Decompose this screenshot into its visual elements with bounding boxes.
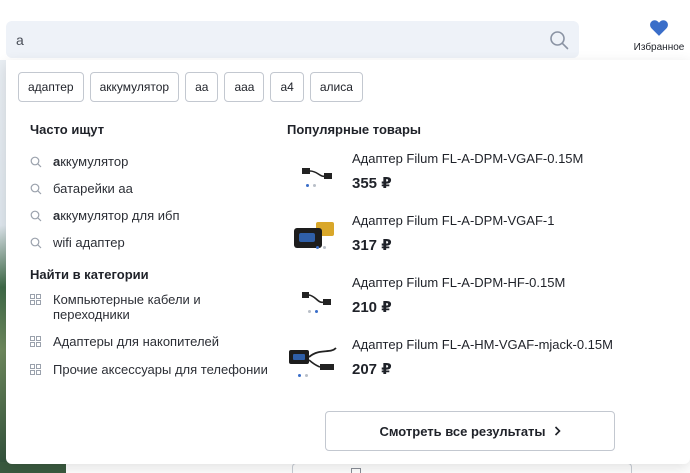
suggestion-chips: адаптер аккумулятор аа ааа а4 алиса [18, 72, 363, 102]
category-grid-icon [30, 364, 41, 375]
product-name: Адаптер Filum FL-A-DPM-HF-0.15M [352, 275, 566, 290]
frequent-item-label: аккумулятор [53, 154, 129, 169]
chevron-right-icon [554, 426, 561, 436]
product-price: 317 ₽ [352, 237, 392, 254]
product-price: 210 ₽ [352, 299, 392, 316]
frequent-list: аккумулятор батарейки аа аккумулятор для… [30, 148, 280, 256]
search-icon [30, 210, 42, 221]
search-icon [30, 237, 42, 248]
product-image [289, 347, 337, 370]
product-image [302, 292, 331, 305]
search-bar[interactable] [6, 21, 579, 58]
search-icon [30, 156, 42, 167]
product-price: 355 ₽ [352, 175, 392, 192]
product-item[interactable]: Адаптер Filum FL-A-DPM-HF-0.15M 210 ₽ [286, 272, 686, 334]
image-pager [316, 246, 326, 249]
category-item-label: Адаптеры для накопителей [53, 334, 220, 349]
frequent-item[interactable]: wifi адаптер [30, 229, 280, 256]
popular-title: Популярные товары [287, 122, 422, 137]
product-price: 207 ₽ [352, 361, 392, 378]
frequent-item-label: батарейки аа [53, 181, 133, 196]
frequent-item[interactable]: батарейки аа [30, 175, 280, 202]
category-grid-icon [30, 336, 41, 347]
product-name: Адаптер Filum FL-A-DPM-VGAF-0.15M [352, 151, 584, 166]
image-pager [306, 184, 316, 187]
favorites-label: Избранное [633, 42, 685, 53]
chip-aa[interactable]: аа [185, 72, 219, 102]
search-suggestions-dropdown: адаптер аккумулятор аа ааа а4 алиса Част… [6, 60, 690, 464]
product-item[interactable]: Адаптер Filum FL-A-DPM-VGAF-1 317 ₽ [286, 210, 686, 272]
category-grid-icon [30, 294, 41, 305]
frequent-item-label: аккумулятор для ибп [53, 208, 180, 223]
search-icon [30, 183, 42, 194]
chip-a4[interactable]: а4 [270, 72, 304, 102]
category-item-label: Прочие аксессуары для телефонии [53, 362, 268, 377]
frequent-item[interactable]: аккумулятор для ибп [30, 202, 280, 229]
chip-adapter[interactable]: адаптер [18, 72, 84, 102]
category-item[interactable]: Компьютерные кабели и переходники [30, 292, 270, 334]
category-item[interactable]: Прочие аксессуары для телефонии [30, 362, 270, 396]
search-input[interactable] [6, 21, 526, 58]
category-list: Компьютерные кабели и переходники Адапте… [30, 292, 270, 396]
heart-icon [650, 20, 668, 36]
image-pager [298, 374, 308, 377]
product-item[interactable]: Адаптер Filum FL-A-HM-VGAF-mjack-0.15M 2… [286, 334, 686, 396]
product-name: Адаптер Filum FL-A-DPM-VGAF-1 [352, 213, 555, 228]
categories-title: Найти в категории [30, 267, 149, 282]
product-image [302, 168, 332, 179]
view-all-results-label: Смотреть все результаты [379, 423, 546, 439]
product-name: Адаптер Filum FL-A-HM-VGAF-mjack-0.15M [352, 337, 613, 352]
chip-accumulator[interactable]: аккумулятор [89, 72, 180, 102]
image-pager [308, 310, 318, 313]
favorites-link[interactable]: Избранное [628, 20, 690, 60]
frequent-title: Часто ищут [30, 122, 105, 137]
category-item-label: Компьютерные кабели и переходники [53, 292, 201, 322]
chip-aaa[interactable]: ааа [224, 72, 265, 102]
frequent-item-label: wifi адаптер [53, 235, 125, 250]
category-item[interactable]: Адаптеры для накопителей [30, 334, 270, 362]
product-item[interactable]: Адаптер Filum FL-A-DPM-VGAF-0.15M 355 ₽ [286, 148, 686, 210]
background-card-icon [351, 468, 361, 473]
background-card [292, 463, 632, 473]
product-image [294, 222, 334, 248]
chip-alisa[interactable]: алиса [309, 72, 363, 102]
popular-products-list: Адаптер Filum FL-A-DPM-VGAF-0.15M 355 ₽ … [286, 148, 686, 396]
view-all-results-button[interactable]: Смотреть все результаты [325, 411, 615, 451]
search-icon[interactable] [549, 30, 569, 50]
frequent-item[interactable]: аккумулятор [30, 148, 280, 175]
